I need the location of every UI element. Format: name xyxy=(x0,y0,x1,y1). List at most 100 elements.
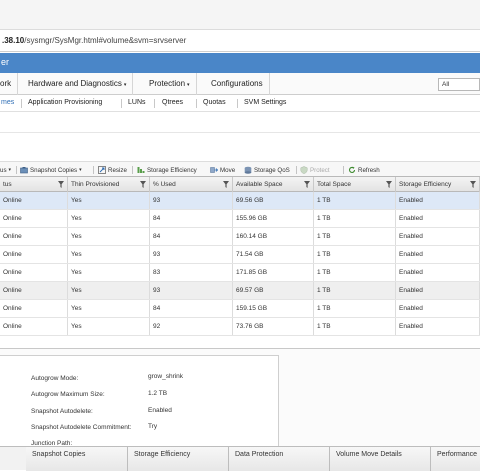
menu-protection[interactable]: Protection ▾ xyxy=(143,73,197,95)
table-row[interactable]: Online Yes 83 171.85 GB 1 TB Enabled xyxy=(0,264,480,282)
page-title-area xyxy=(0,113,480,133)
cell-storage-efficiency: Enabled xyxy=(396,318,480,335)
move-button[interactable]: Move xyxy=(210,165,235,175)
cell-thin-provisioned: Yes xyxy=(68,264,150,281)
tab-svm-settings[interactable]: SVM Settings xyxy=(244,99,286,106)
detail-value-autogrow-max-size: 1.2 TB xyxy=(148,390,168,397)
tab-volume-move-details[interactable]: Volume Move Details xyxy=(330,447,431,471)
cell-status: Online xyxy=(0,264,68,281)
cell-storage-efficiency: Enabled xyxy=(396,282,480,299)
tab-snapshot-copies[interactable]: Snapshot Copies xyxy=(26,447,128,471)
menu-hardware-diagnostics[interactable]: Hardware and Diagnostics ▾ xyxy=(22,73,134,95)
protect-button[interactable]: Protect xyxy=(300,165,330,175)
cell-available-space: 71.54 GB xyxy=(233,246,314,263)
table-row[interactable]: Online Yes 84 160.14 GB 1 TB Enabled xyxy=(0,228,480,246)
cell-storage-efficiency: Enabled xyxy=(396,192,480,209)
detail-label-snapshot-autodelete: Snapshot Autodelete: xyxy=(31,408,93,415)
divider xyxy=(296,166,297,174)
tab-volumes[interactable]: mes xyxy=(1,99,14,106)
menu-network[interactable]: ork xyxy=(0,73,19,95)
cell-total-space: 1 TB xyxy=(314,318,396,335)
chevron-down-icon: ▾ xyxy=(123,82,127,88)
table-row[interactable]: Online Yes 92 73.76 GB 1 TB Enabled xyxy=(0,318,480,336)
table-row[interactable]: Online Yes 93 69.56 GB 1 TB Enabled xyxy=(0,192,480,210)
storage-efficiency-button[interactable]: Storage Efficiency xyxy=(137,165,197,175)
cell-available-space: 155.96 GB xyxy=(233,210,314,227)
filter-icon[interactable] xyxy=(58,181,64,188)
filter-icon[interactable] xyxy=(386,181,392,188)
cell-percent-used: 93 xyxy=(150,192,233,209)
divider xyxy=(154,99,155,108)
storage-qos-icon xyxy=(244,166,252,174)
detail-label-autodelete-commitment: Snapshot Autodelete Commitment: xyxy=(31,424,132,431)
cell-thin-provisioned: Yes xyxy=(68,246,150,263)
table-row[interactable]: Online Yes 84 155.96 GB 1 TB Enabled xyxy=(0,210,480,228)
column-header-percent-used[interactable]: % Used xyxy=(150,177,233,192)
filter-icon[interactable] xyxy=(223,181,229,188)
divider xyxy=(121,99,122,108)
resize-button[interactable]: Resize xyxy=(98,165,127,175)
tab-data-protection[interactable]: Data Protection xyxy=(229,447,330,471)
snapshot-icon xyxy=(20,167,28,174)
cell-total-space: 1 TB xyxy=(314,228,396,245)
divider xyxy=(93,166,94,174)
address-url[interactable]: .38.10/sysmgr/SysMgr.html#volume&svm=srv… xyxy=(2,36,186,45)
tab-quotas[interactable]: Quotas xyxy=(203,99,226,106)
address-bar[interactable]: .38.10/sysmgr/SysMgr.html#volume&svm=srv… xyxy=(0,30,480,52)
snapshot-copies-button[interactable]: Snapshot Copies ▾ xyxy=(20,165,82,175)
move-icon xyxy=(210,167,218,173)
detail-value-autogrow-mode: grow_shrink xyxy=(148,373,184,380)
tab-application-provisioning[interactable]: Application Provisioning xyxy=(28,99,102,106)
sub-tabs: mes Application Provisioning LUNs Qtrees… xyxy=(0,95,480,112)
cell-status: Online xyxy=(0,228,68,245)
cell-percent-used: 84 xyxy=(150,300,233,317)
app-title: er xyxy=(1,57,10,67)
cell-status: Online xyxy=(0,318,68,335)
cell-available-space: 171.85 GB xyxy=(233,264,314,281)
cell-available-space: 73.76 GB xyxy=(233,318,314,335)
cell-percent-used: 83 xyxy=(150,264,233,281)
cell-storage-efficiency: Enabled xyxy=(396,264,480,281)
detail-label-autogrow-max-size: Autogrow Maximum Size: xyxy=(31,391,105,398)
cell-percent-used: 93 xyxy=(150,282,233,299)
cell-available-space: 160.14 GB xyxy=(233,228,314,245)
filter-icon[interactable] xyxy=(304,181,310,188)
chevron-down-icon: ▾ xyxy=(8,167,12,173)
refresh-icon xyxy=(348,166,356,173)
detail-value-snapshot-autodelete: Enabled xyxy=(148,407,172,414)
table-row[interactable]: Online Yes 84 159.15 GB 1 TB Enabled xyxy=(0,300,480,318)
cell-status: Online xyxy=(0,300,68,317)
cell-thin-provisioned: Yes xyxy=(68,210,150,227)
app-header: er xyxy=(0,53,480,73)
column-header-available-space[interactable]: Available Space xyxy=(233,177,314,192)
table-row[interactable]: Online Yes 93 69.57 GB 1 TB Enabled xyxy=(0,282,480,300)
tab-performance[interactable]: Performance xyxy=(431,447,480,471)
detail-value-autodelete-commitment: Try xyxy=(148,423,158,430)
filter-icon[interactable] xyxy=(140,181,146,188)
filter-icon[interactable] xyxy=(470,181,476,188)
cell-thin-provisioned: Yes xyxy=(68,228,150,245)
cell-status: Online xyxy=(0,282,68,299)
tab-storage-efficiency[interactable]: Storage Efficiency xyxy=(128,447,229,471)
refresh-button[interactable]: Refresh xyxy=(348,165,380,175)
tab-qtrees[interactable]: Qtrees xyxy=(162,99,183,106)
cell-total-space: 1 TB xyxy=(314,264,396,281)
cell-storage-efficiency: Enabled xyxy=(396,210,480,227)
cell-storage-efficiency: Enabled xyxy=(396,300,480,317)
divider xyxy=(132,166,133,174)
menu-configurations[interactable]: Configurations xyxy=(205,73,270,95)
storage-efficiency-icon xyxy=(137,167,145,173)
column-header-storage-efficiency[interactable]: Storage Efficiency xyxy=(396,177,480,192)
column-header-total-space[interactable]: Total Space xyxy=(314,177,396,192)
storage-qos-button[interactable]: Storage QoS xyxy=(244,165,290,175)
search-scope-select[interactable]: All xyxy=(438,78,480,91)
column-header-thin-provisioned[interactable]: Thin Provisioned xyxy=(68,177,150,192)
column-header-status[interactable]: tus xyxy=(0,177,68,192)
details-area: Autogrow Mode: grow_shrink Autogrow Maxi… xyxy=(0,348,480,447)
status-button[interactable]: us ▾ xyxy=(0,165,11,175)
table-row[interactable]: Online Yes 93 71.54 GB 1 TB Enabled xyxy=(0,246,480,264)
divider xyxy=(343,166,344,174)
cell-thin-provisioned: Yes xyxy=(68,318,150,335)
tab-luns[interactable]: LUNs xyxy=(128,99,146,106)
cell-percent-used: 93 xyxy=(150,246,233,263)
